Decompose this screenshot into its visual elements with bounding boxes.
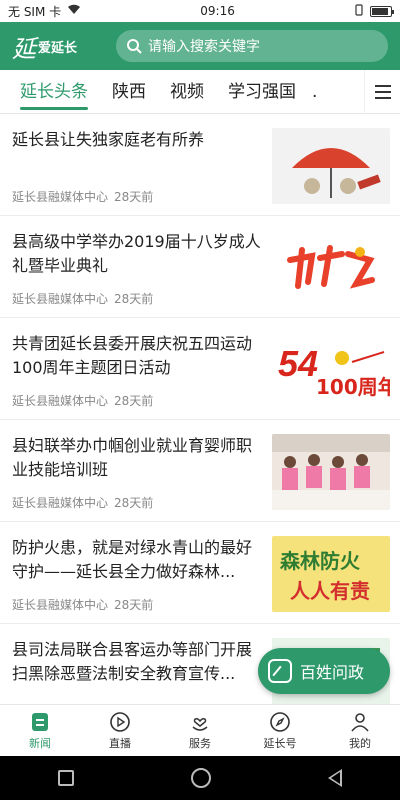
- thumb-text-forest: 森林防火: [280, 549, 361, 573]
- nav-yanchang-label: 延长号: [263, 736, 297, 750]
- fab-label: 百姓问政: [300, 663, 365, 682]
- nav-yanchang-account[interactable]: 延长号: [240, 705, 320, 756]
- news-time: 28天前: [114, 190, 154, 204]
- thumb-text-responsibility: 人人有责: [290, 579, 370, 603]
- logo-text: 爱延长: [38, 40, 78, 56]
- news-title: 共青团延长县委开展庆祝五四运动100周年主题团日活动: [12, 334, 253, 377]
- news-thumbnail: 54 100周年: [272, 332, 390, 408]
- carrier-label: 无 SIM 卡: [8, 4, 62, 19]
- app-header: 延 爱延长 请输入搜索关键字: [0, 22, 400, 70]
- wifi-icon: [67, 4, 81, 18]
- clock: 09:16: [200, 4, 235, 18]
- news-title: 延长县让失独家庭老有所养: [12, 130, 205, 149]
- heart-hand-icon: [192, 717, 208, 731]
- news-thumbnail: [272, 128, 390, 204]
- news-source: 延长县融媒体中心: [12, 190, 109, 204]
- tab-shaanxi[interactable]: 陕西: [100, 70, 158, 114]
- back-icon[interactable]: [327, 769, 342, 787]
- system-nav-bar: [0, 756, 400, 800]
- nav-service[interactable]: 服务: [160, 705, 240, 756]
- search-input[interactable]: 请输入搜索关键字: [116, 30, 388, 62]
- news-thumbnail: [272, 434, 390, 510]
- news-time: 28天前: [114, 394, 154, 408]
- menu-icon: [374, 84, 391, 87]
- play-icon: [110, 711, 130, 732]
- news-feed[interactable]: 延长县让失独家庭老有所养 延长县融媒体中心 28天前 县高级中学举办2019届十八…: [0, 114, 400, 704]
- app-logo: 延 爱延长: [12, 29, 116, 64]
- logo-mark: 延: [12, 34, 36, 63]
- search-icon: [127, 39, 142, 54]
- edit-icon: [268, 659, 292, 683]
- battery-icon: [369, 5, 394, 17]
- thumb-text-100: 100周年: [316, 375, 390, 399]
- news-source: 延长县融媒体中心: [12, 598, 109, 612]
- status-bar: 无 SIM 卡 09:16: [0, 0, 400, 22]
- public-inquiry-button[interactable]: 百姓问政: [258, 648, 390, 694]
- news-source: 延长县融媒体中心: [12, 496, 109, 510]
- tab-headlines[interactable]: 延长头条: [8, 70, 100, 114]
- nav-news-label: 新闻: [29, 736, 51, 750]
- news-title: 防护火患，就是对绿水青山的最好守护——延长县全力做好森林...: [12, 538, 253, 581]
- vibrate-icon: [354, 3, 364, 19]
- news-thumbnail: 森林防火 人人有责: [272, 536, 390, 612]
- channel-tabs: 延长头条 陕西 视频 学习强国 .: [0, 69, 400, 114]
- news-item[interactable]: 共青团延长县委开展庆祝五四运动100周年主题团日活动 延长县融媒体中心 28天前 …: [0, 318, 400, 420]
- nav-live[interactable]: 直播: [80, 705, 160, 756]
- thumb-text-54: 54: [278, 343, 318, 384]
- search-placeholder: 请输入搜索关键字: [148, 39, 260, 55]
- news-time: 28天前: [114, 292, 154, 306]
- nav-live-label: 直播: [109, 736, 131, 750]
- tab-video[interactable]: 视频: [158, 70, 216, 114]
- nav-mine[interactable]: 我的: [320, 705, 400, 756]
- news-item[interactable]: 县高级中学举办2019届十八岁成人礼暨毕业典礼 延长县融媒体中心 28天前: [0, 216, 400, 318]
- news-title: 县司法局联合县客运办等部门开展扫黑除恶暨法制安全教育宣传...: [12, 640, 253, 683]
- news-thumbnail: [272, 230, 390, 306]
- news-time: 28天前: [114, 598, 154, 612]
- tab-more[interactable]: .: [308, 70, 321, 114]
- news-icon: [32, 712, 48, 731]
- user-icon: [351, 712, 369, 732]
- recent-apps-icon[interactable]: [58, 770, 75, 786]
- news-item[interactable]: 延长县让失独家庭老有所养 延长县融媒体中心 28天前: [0, 114, 400, 216]
- tab-xuexi[interactable]: 学习强国: [216, 70, 308, 114]
- news-source: 延长县融媒体中心: [12, 292, 109, 306]
- news-time: 28天前: [114, 496, 154, 510]
- nav-mine-label: 我的: [349, 736, 371, 750]
- compass-icon: [270, 711, 290, 732]
- news-title: 县高级中学举办2019届十八岁成人礼暨毕业典礼: [12, 232, 261, 275]
- channel-menu-button[interactable]: [364, 69, 400, 114]
- bottom-nav: 新闻 直播 服务 延长号 我的: [0, 704, 400, 756]
- home-icon[interactable]: [190, 768, 211, 788]
- news-source: 延长县融媒体中心: [12, 394, 109, 408]
- news-item[interactable]: 县妇联举办巾帼创业就业育婴师职业技能培训班 延长县融媒体中心 28天前: [0, 420, 400, 522]
- nav-news[interactable]: 新闻: [0, 705, 80, 756]
- news-item[interactable]: 防护火患，就是对绿水青山的最好守护——延长县全力做好森林... 延长县融媒体中心…: [0, 522, 400, 624]
- nav-service-label: 服务: [189, 736, 211, 750]
- news-title: 县妇联举办巾帼创业就业育婴师职业技能培训班: [12, 436, 253, 479]
